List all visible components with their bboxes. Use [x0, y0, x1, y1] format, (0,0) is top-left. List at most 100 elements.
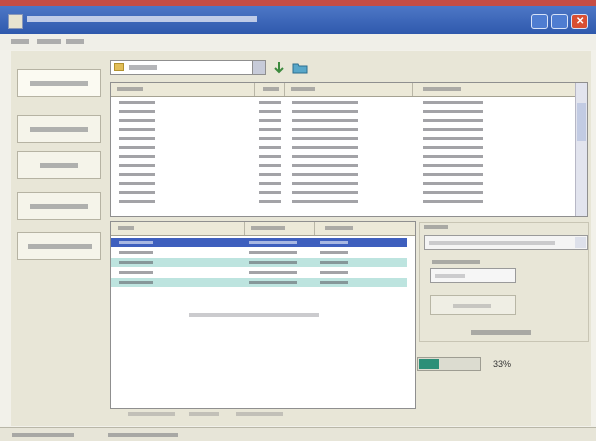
- column-header[interactable]: [315, 222, 415, 235]
- minimize-button[interactable]: [531, 14, 548, 29]
- table-row[interactable]: [111, 197, 577, 206]
- table-cell: [119, 241, 153, 244]
- table-cell: [259, 146, 281, 149]
- format-select[interactable]: [424, 235, 588, 250]
- table-cell: [119, 281, 153, 284]
- menu-item-1[interactable]: [11, 39, 29, 46]
- table-cell: [423, 110, 483, 113]
- column-header[interactable]: [111, 222, 245, 235]
- table-cell: [259, 173, 281, 176]
- table-cell: [119, 251, 153, 254]
- table-cell: [259, 155, 281, 158]
- table-cell: [119, 200, 155, 203]
- table-row[interactable]: [111, 258, 407, 267]
- sidebar-item-2[interactable]: [17, 115, 101, 143]
- close-button[interactable]: ✕: [571, 14, 588, 29]
- menu-item-3[interactable]: [66, 39, 84, 46]
- table-cell: [292, 128, 358, 131]
- table-cell: [249, 271, 297, 274]
- table-cell: [119, 137, 155, 140]
- table-row[interactable]: [111, 161, 577, 170]
- progress-label: 33%: [493, 359, 512, 369]
- table-cell: [119, 261, 153, 264]
- table-cell: [292, 173, 358, 176]
- column-header[interactable]: [285, 83, 413, 96]
- table-cell: [249, 281, 297, 284]
- table-row[interactable]: [111, 170, 577, 179]
- menu-item-2[interactable]: [37, 39, 61, 46]
- window-title: [27, 15, 257, 24]
- table-cell: [119, 128, 155, 131]
- table-cell: [320, 281, 348, 284]
- table-cell: [259, 164, 281, 167]
- table-cell: [119, 101, 155, 104]
- table-cell: [119, 164, 155, 167]
- table-row[interactable]: [111, 278, 407, 287]
- scroll-thumb[interactable]: [577, 103, 586, 141]
- column-header[interactable]: [413, 83, 577, 96]
- table-cell: [259, 119, 281, 122]
- sidebar-item-5[interactable]: [17, 232, 101, 260]
- main-panel: 33%: [11, 51, 591, 426]
- chevron-down-icon: [575, 237, 586, 248]
- table-cell: [259, 101, 281, 104]
- vertical-scrollbar[interactable]: [575, 83, 587, 216]
- column-header[interactable]: [255, 83, 285, 96]
- quality-select[interactable]: [430, 268, 516, 283]
- file-list[interactable]: [110, 82, 588, 217]
- table-cell: [320, 271, 348, 274]
- table-cell: [423, 119, 483, 122]
- table-cell: [119, 191, 155, 194]
- queue-list[interactable]: [110, 221, 416, 409]
- maximize-button[interactable]: [551, 14, 568, 29]
- table-cell: [259, 128, 281, 131]
- table-row[interactable]: [111, 248, 407, 257]
- column-header[interactable]: [245, 222, 315, 235]
- table-cell: [249, 261, 297, 264]
- menu-bar: [0, 34, 596, 50]
- sidebar-item-3[interactable]: [17, 151, 101, 179]
- table-cell: [292, 146, 358, 149]
- chevron-down-icon[interactable]: [252, 61, 265, 74]
- arrow-icon[interactable]: [273, 61, 286, 74]
- sidebar-item-4[interactable]: [17, 192, 101, 220]
- table-cell: [292, 101, 358, 104]
- table-cell: [320, 241, 348, 244]
- title-bar: ✕: [0, 6, 596, 34]
- table-row[interactable]: [111, 268, 407, 277]
- table-cell: [423, 146, 483, 149]
- table-row[interactable]: [111, 179, 577, 188]
- close-icon: ✕: [576, 16, 585, 27]
- table-cell: [259, 182, 281, 185]
- status-bar: [0, 427, 596, 441]
- table-cell: [259, 110, 281, 113]
- table-cell: [292, 155, 358, 158]
- table-cell: [292, 164, 358, 167]
- table-row[interactable]: [111, 134, 577, 143]
- table-cell: [320, 261, 348, 264]
- table-row[interactable]: [111, 125, 577, 134]
- table-row[interactable]: [111, 152, 577, 161]
- table-cell: [320, 251, 348, 254]
- table-row[interactable]: [111, 98, 577, 107]
- table-row[interactable]: [111, 143, 577, 152]
- start-button[interactable]: [430, 295, 516, 315]
- table-row[interactable]: [111, 107, 577, 116]
- table-cell: [259, 200, 281, 203]
- table-cell: [423, 128, 483, 131]
- table-cell: [423, 200, 483, 203]
- table-row[interactable]: [111, 238, 407, 247]
- table-cell: [119, 146, 155, 149]
- table-cell: [292, 110, 358, 113]
- table-row[interactable]: [111, 188, 577, 197]
- table-row[interactable]: [111, 116, 577, 125]
- table-cell: [292, 182, 358, 185]
- column-header[interactable]: [111, 83, 255, 96]
- progress-bar: [417, 357, 481, 371]
- application-window: ✕ 33%: [0, 0, 596, 441]
- folder-combo[interactable]: [110, 60, 266, 75]
- table-cell: [119, 110, 155, 113]
- sidebar-item-1[interactable]: [17, 69, 101, 97]
- folder-icon[interactable]: [292, 61, 308, 74]
- table-cell: [423, 182, 483, 185]
